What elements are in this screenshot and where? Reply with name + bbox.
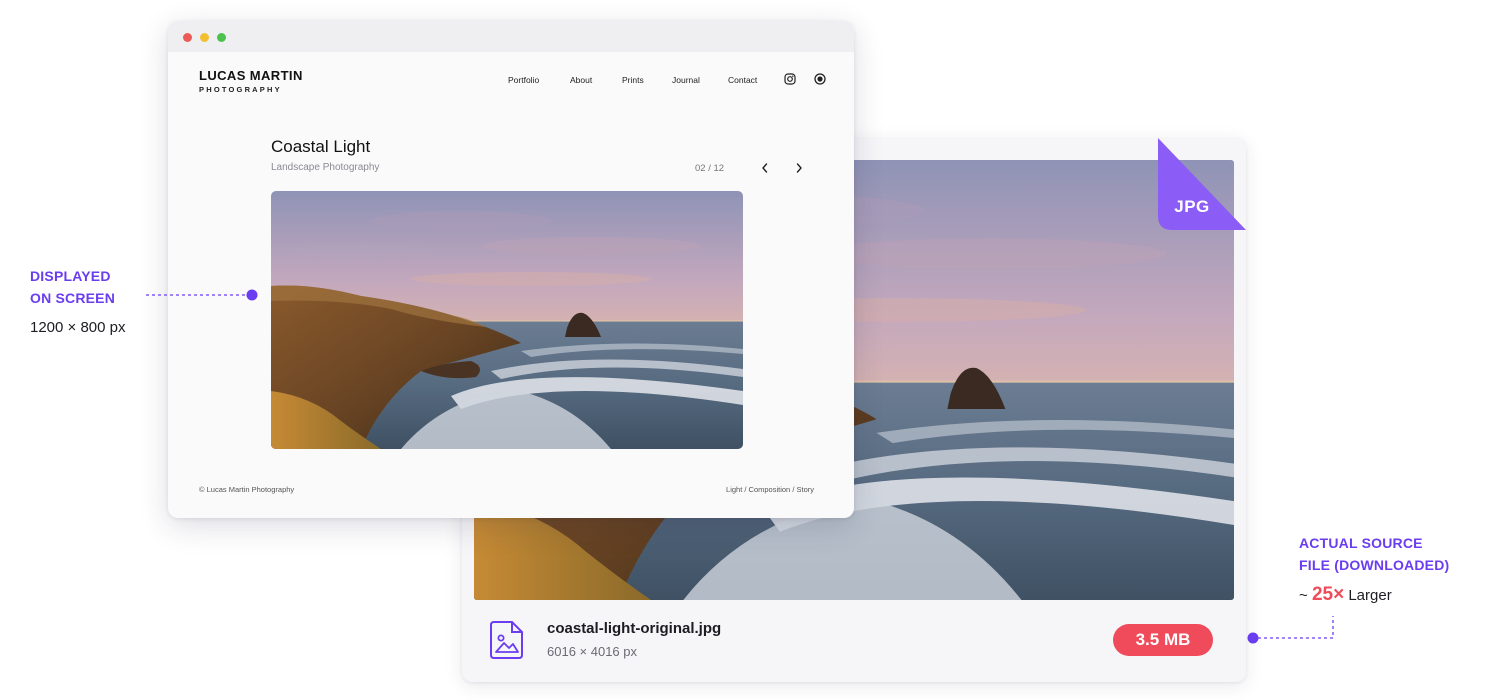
target-icon[interactable] [814,73,826,85]
source-label-line2: FILE (DOWNLOADED) [1299,557,1450,573]
close-window-button[interactable] [183,33,192,42]
source-label-line1: ACTUAL SOURCE [1299,535,1423,551]
nav-contact[interactable]: Contact [728,75,757,85]
footer-tagline: Light / Composition / Story [726,485,814,494]
image-file-icon [490,621,523,659]
browser-title-bar [168,21,854,52]
file-dimensions: 6016 × 4016 px [547,644,637,659]
minimize-window-button[interactable] [200,33,209,42]
displayed-dimensions: 1200 × 800 px [30,319,126,336]
instagram-icon[interactable] [784,73,796,85]
file-format-label: JPG [1174,197,1210,216]
site-brand-name[interactable]: LUCAS MARTIN [199,68,303,83]
file-name: coastal-light-original.jpg [547,620,722,637]
previous-image-button[interactable] [759,161,771,175]
size-comparison-suffix: Larger [1348,587,1392,604]
nav-prints[interactable]: Prints [622,75,644,85]
footer-copyright: © Lucas Martin Photography [199,485,295,494]
source-connector-line [1258,616,1334,639]
nav-journal[interactable]: Journal [672,75,700,85]
maximize-window-button[interactable] [217,33,226,42]
nav-about[interactable]: About [570,75,592,85]
next-image-button[interactable] [793,161,805,175]
nav-portfolio[interactable]: Portfolio [508,75,539,85]
source-connector-dot [1247,632,1259,644]
gallery-subtitle: Landscape Photography [271,162,380,173]
site-brand-subtitle: PHOTOGRAPHY [199,85,282,94]
size-comparison: ~ 25× Larger [1299,584,1392,606]
gallery-photo[interactable] [271,191,743,449]
displayed-label-line2: ON SCREEN [30,290,116,306]
gallery-title: Coastal Light [271,137,371,156]
browser-window: LUCAS MARTIN PHOTOGRAPHY Portfolio About… [168,21,854,518]
size-multiplier: 25× [1311,584,1345,605]
displayed-label-line1: DISPLAYED [30,268,111,284]
size-comparison-prefix: ~ [1299,587,1308,604]
gallery-pager-count: 02 / 12 [695,163,725,174]
file-size-badge: 3.5 MB [1113,624,1213,656]
